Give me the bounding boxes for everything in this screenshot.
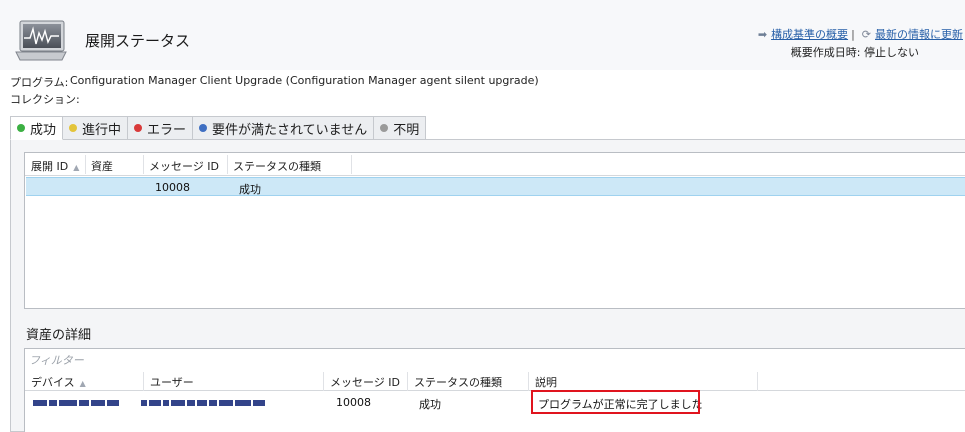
column-header-message-id[interactable]: メッセージ ID — [330, 374, 400, 390]
status-tabs: 成功 進行中 エラー 要件が満たされていません 不明 — [10, 116, 427, 140]
filter-input[interactable] — [29, 352, 329, 368]
table-row[interactable]: 10008 成功 プログラムが正常に完了しました — [25, 390, 965, 415]
cell-message-id: 10008 — [155, 181, 190, 194]
description-highlight-box — [531, 390, 700, 414]
column-header-device[interactable]: デバイス ▲ — [31, 374, 86, 390]
column-header-status-type[interactable]: ステータスの種類 — [414, 374, 502, 390]
column-divider[interactable] — [227, 155, 228, 174]
header-links: ➡ 構成基準の概要 | ⟳ 最新の情報に更新 — [758, 26, 963, 42]
tab-in-progress[interactable]: 進行中 — [63, 116, 129, 140]
column-header-deploy-id[interactable]: 展開 ID ▲ — [31, 158, 79, 174]
tab-requirements-not-met[interactable]: 要件が満たされていません — [193, 116, 375, 140]
link-separator: | — [851, 28, 855, 41]
grid-header: デバイス ▲ ユーザー メッセージ ID ステータスの種類 説明 — [25, 371, 965, 391]
tab-unknown[interactable]: 不明 — [374, 116, 427, 140]
sort-ascending-icon: ▲ — [79, 379, 86, 388]
tab-label: エラー — [147, 122, 187, 138]
error-dot-icon — [134, 124, 143, 132]
column-header-message-id[interactable]: メッセージ ID — [149, 158, 219, 174]
program-label: プログラム: — [10, 76, 69, 89]
requirements-dot-icon — [199, 124, 208, 132]
in-progress-dot-icon — [69, 124, 78, 132]
column-divider[interactable] — [528, 372, 529, 391]
grid-header: 展開 ID ▲ 資産 メッセージ ID ステータスの種類 — [25, 153, 965, 176]
collection-label: コレクション: — [10, 93, 80, 106]
tab-label: 進行中 — [82, 122, 122, 138]
column-header-description[interactable]: 説明 — [535, 374, 557, 390]
asset-details-grid: デバイス▲ ユーザー メッセージ ID ステータスの種類 説明 10008 成功… — [24, 348, 965, 432]
page-title: 展開ステータス — [85, 32, 191, 50]
monitor-chart-icon — [14, 20, 68, 62]
tab-label: 要件が満たされていません — [212, 122, 368, 138]
column-divider[interactable] — [407, 372, 408, 391]
column-divider[interactable] — [757, 372, 758, 391]
success-dot-icon — [17, 124, 25, 132]
cell-status-type: 成功 — [239, 183, 261, 196]
tab-success[interactable]: 成功 — [10, 116, 64, 140]
program-value: Configuration Manager Client Upgrade (Co… — [70, 74, 539, 87]
column-divider[interactable] — [143, 155, 144, 174]
summary-time: 概要作成日時: 停止しない — [790, 46, 919, 59]
sort-ascending-icon: ▲ — [73, 163, 80, 172]
tab-label: 成功 — [30, 122, 57, 138]
column-divider[interactable] — [351, 155, 352, 174]
cell-message-id: 10008 — [336, 396, 371, 409]
column-header-asset[interactable]: 資産 — [91, 158, 113, 174]
refresh-icon[interactable]: ⟳ — [862, 28, 871, 41]
unknown-dot-icon — [380, 124, 389, 132]
column-header-status-type[interactable]: ステータスの種類 — [233, 158, 321, 174]
column-divider[interactable] — [323, 372, 324, 391]
table-row[interactable]: 10008 成功 — [26, 177, 965, 196]
deployment-grid: 展開 ID ▲ 資産 メッセージ ID ステータスの種類 10008 成功 — [24, 152, 965, 309]
tab-label: 不明 — [393, 122, 420, 138]
arrow-right-icon: ➡ — [757, 28, 768, 41]
column-divider[interactable] — [143, 372, 144, 391]
redacted-user-name — [141, 399, 265, 407]
tab-error[interactable]: エラー — [128, 116, 194, 140]
asset-details-title: 資産の詳細 — [26, 328, 92, 343]
column-divider[interactable] — [85, 155, 86, 174]
cell-status-type: 成功 — [419, 398, 441, 411]
baseline-summary-link[interactable]: 構成基準の概要 — [771, 28, 848, 41]
redacted-device-name — [33, 399, 119, 407]
column-header-user[interactable]: ユーザー — [150, 374, 194, 390]
refresh-link[interactable]: 最新の情報に更新 — [875, 28, 963, 41]
